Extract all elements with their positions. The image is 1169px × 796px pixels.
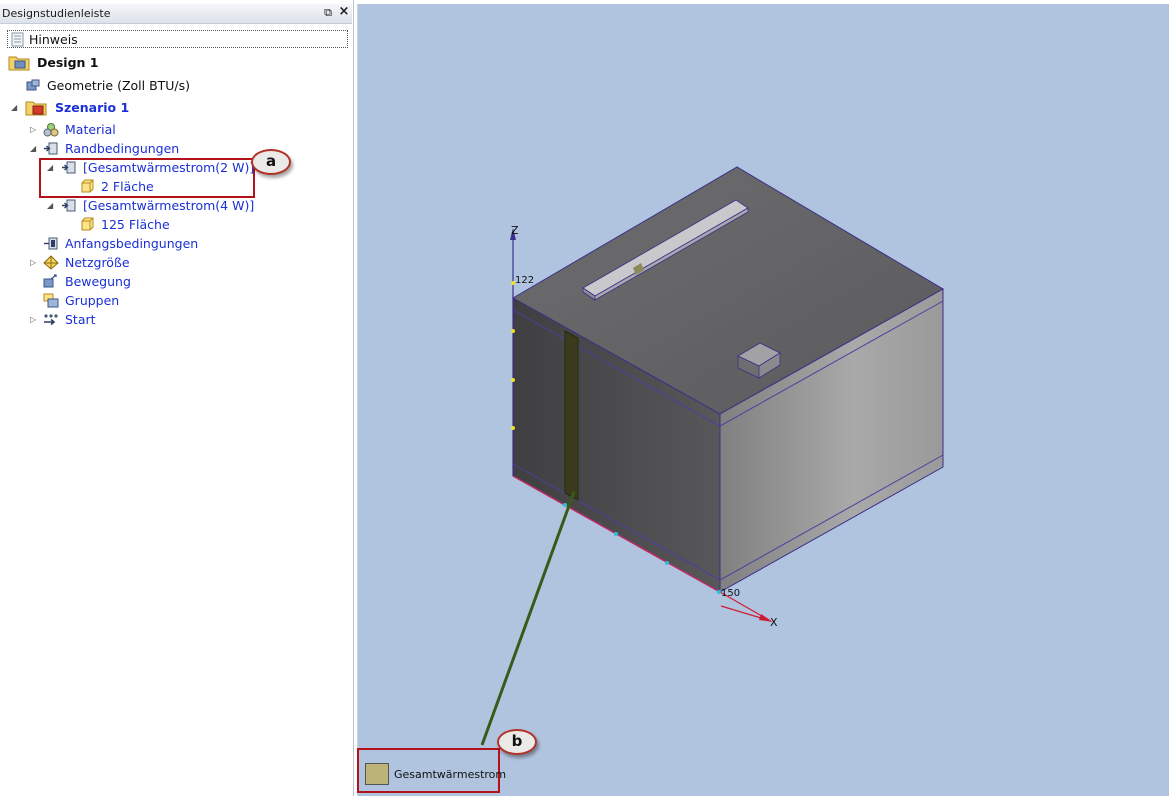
tree-label-hinweis: Hinweis [29,32,78,47]
collapse-arrow-icon[interactable]: ◢ [30,139,36,158]
tree-item-geometrie[interactable]: Geometrie (Zoll BTU/s) [25,76,225,95]
panel-header: Designstudienleiste ⧉ × [0,4,352,24]
motion-icon [43,274,57,288]
tree-item-bc2-surface[interactable]: 125 Fläche [79,215,239,234]
tree-label-bc2-surface: 125 Fläche [101,217,170,232]
boundary-condition-icon [44,142,58,155]
expand-arrow-icon[interactable]: ▷ [30,120,36,139]
groups-icon [43,293,59,308]
heat-source-face-strip[interactable] [564,330,579,501]
tree-item-bc2[interactable]: [Gesamtwärmestrom(4 W)] [61,196,261,215]
tree-item-start[interactable]: Start [43,310,243,329]
tree-label-bewegung: Bewegung [65,274,131,289]
collapse-arrow-icon[interactable]: ◢ [47,196,53,215]
tree-item-material[interactable]: Material [43,120,243,139]
tree-label-material: Material [65,122,116,137]
callout-a: a [251,149,291,175]
legend-color-swatch [365,763,389,785]
design-study-panel: Designstudienleiste ⧉ × Hinweis Design 1… [0,0,354,796]
leader-line [480,491,576,746]
expand-arrow-icon[interactable]: ▷ [30,253,36,272]
tree-item-anfangsbedingungen[interactable]: Anfangsbedingungen [43,234,243,253]
tree-item-netzgroesse[interactable]: Netzgröße [43,253,243,272]
z-axis-label: Z [511,224,519,237]
z-tick-dot [511,329,515,333]
tree-label-randbedingungen: Randbedingungen [65,141,180,156]
design-folder-icon [8,56,30,71]
tree-label-bc2: [Gesamtwärmestrom(4 W)] [83,198,255,213]
legend-label: Gesamtwärmestrom [394,768,507,781]
highlight-box-a [39,158,255,198]
material-icon [43,123,59,137]
z-tick-label: 122 [515,275,534,286]
initial-condition-icon [44,237,58,250]
tree-label-geometrie: Geometrie (Zoll BTU/s) [47,78,191,93]
tree-item-hinweis[interactable]: Hinweis [7,30,348,48]
close-icon[interactable]: × [338,5,350,19]
panel-title: Designstudienleiste [2,7,111,20]
tree-item-bewegung[interactable]: Bewegung [43,272,243,291]
tree-item-gruppen[interactable]: Gruppen [43,291,243,310]
graphics-viewport[interactable]: Z X 122 150 [357,4,1169,796]
note-icon [11,32,24,47]
model-view[interactable]: Z X 122 150 [358,4,1169,796]
callout-b: b [497,729,537,755]
x-tick-dot [563,503,567,507]
x-axis-label: X [770,616,778,629]
tree-label-szenario: Szenario 1 [55,100,130,115]
mesh-icon [43,255,59,270]
float-window-icon[interactable]: ⧉ [322,6,334,19]
tree-item-design[interactable]: Design 1 [8,53,208,72]
z-tick-dot [511,378,515,382]
expand-arrow-icon[interactable]: ▷ [30,310,36,329]
x-tick-label: 150 [721,588,740,599]
tree-label-netzgroesse: Netzgröße [65,255,130,270]
collapse-arrow-icon[interactable]: ◢ [11,98,17,117]
tree-label-start: Start [65,312,96,327]
scenario-folder-icon [25,101,47,116]
surface-icon [81,217,94,231]
x-tick-dot [614,532,618,536]
heat-flow-icon [62,199,76,212]
geometry-icon [26,79,40,91]
tree-label-design: Design 1 [37,55,99,70]
tree-label-anfangsbedingungen: Anfangsbedingungen [65,236,199,251]
start-icon [44,314,58,326]
x-tick-dot [665,561,669,565]
tree-label-gruppen: Gruppen [65,293,120,308]
tree-item-szenario[interactable]: Szenario 1 [25,98,225,117]
z-tick-dot [511,426,515,430]
tree-item-randbedingungen[interactable]: Randbedingungen [43,139,243,158]
